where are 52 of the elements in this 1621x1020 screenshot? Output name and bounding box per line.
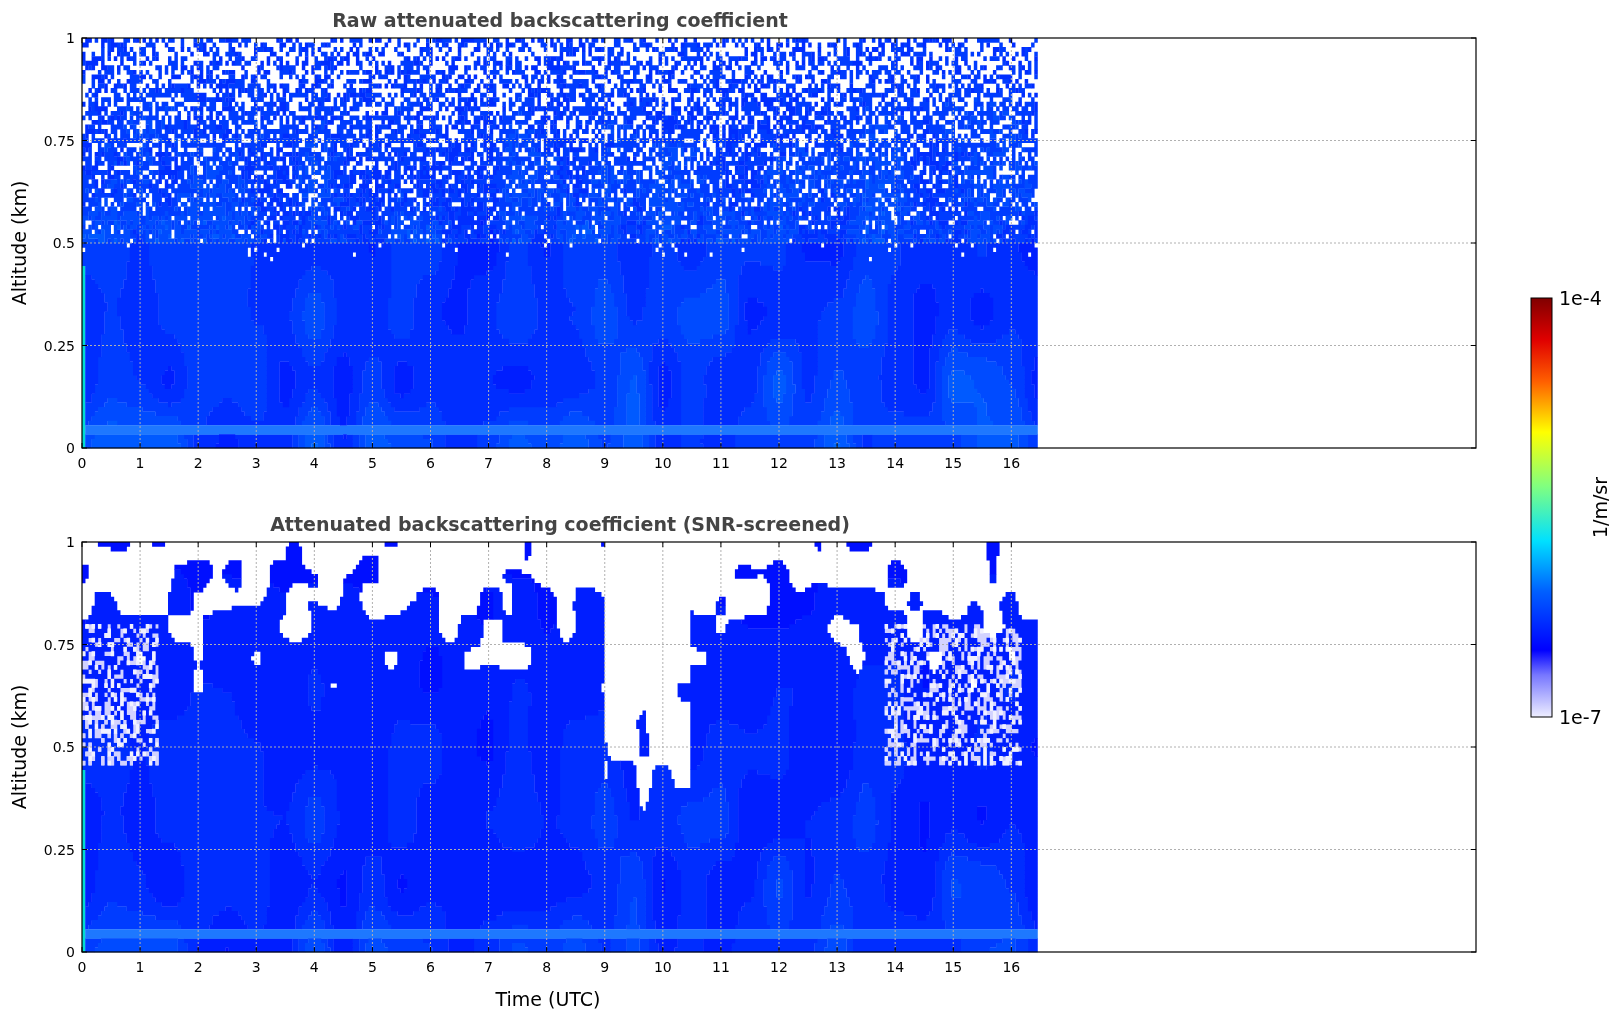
tick-label: 0 (66, 440, 75, 456)
tick-label: 14 (886, 959, 905, 975)
colorbar-label: 1e-4 (1559, 287, 1602, 309)
tick-label: 0 (77, 959, 87, 975)
tick-label: 11 (712, 455, 730, 471)
tick-label: 12 (770, 455, 788, 471)
tick-label: 8 (542, 959, 552, 975)
tick-label: 14 (886, 455, 905, 471)
tick-label: 0.5 (52, 235, 75, 251)
tick-label: 13 (828, 959, 846, 975)
tick-label: 1 (135, 959, 145, 975)
tick-label: 0.25 (43, 841, 75, 858)
tick-label: 1 (66, 30, 75, 46)
axis-label: Time (UTC) (495, 988, 601, 1010)
tick-label: 10 (653, 455, 672, 471)
axis-label: Altitude (km) (8, 684, 30, 810)
tick-label: 4 (309, 959, 319, 975)
tick-label: 15 (944, 959, 963, 975)
tick-label: 12 (770, 959, 788, 975)
tick-label: 9 (600, 455, 610, 471)
tick-label: 0 (66, 944, 75, 960)
axis-label: Altitude (km) (8, 180, 30, 306)
chart-title: Raw attenuated backscattering coefficient (332, 9, 788, 31)
tick-label: 6 (426, 959, 435, 975)
tick-label: 5 (367, 959, 377, 975)
tick-label: 11 (712, 959, 730, 975)
tick-label: 0 (77, 455, 87, 471)
tick-label: 15 (944, 455, 963, 471)
tick-label: 5 (367, 455, 377, 471)
chart-title: Attenuated backscattering coefficient (SNR-screened) (270, 513, 850, 535)
tick-label: 6 (426, 455, 435, 471)
tick-label: 16 (1002, 959, 1021, 975)
tick-label: 0.5 (52, 739, 75, 755)
tick-label: 0.25 (43, 337, 75, 354)
tick-label: 10 (653, 959, 672, 975)
axis-label: 1/m/sr (1589, 476, 1611, 539)
tick-label: 2 (193, 455, 203, 471)
tick-label: 16 (1002, 455, 1021, 471)
tick-label: 0.75 (43, 636, 75, 653)
tick-label: 3 (251, 959, 261, 975)
tick-label: 9 (600, 959, 610, 975)
tick-label: 1 (66, 534, 75, 550)
tick-label: 13 (828, 455, 846, 471)
tick-label: 2 (193, 959, 203, 975)
tick-label: 7 (484, 959, 494, 975)
tick-label: 3 (251, 455, 261, 471)
tick-label: 4 (309, 455, 319, 471)
colorbar-label: 1e-7 (1559, 706, 1602, 728)
tick-label: 7 (484, 455, 494, 471)
tick-label: 1 (135, 455, 145, 471)
tick-label: 8 (542, 455, 552, 471)
tick-label: 0.75 (43, 132, 75, 149)
